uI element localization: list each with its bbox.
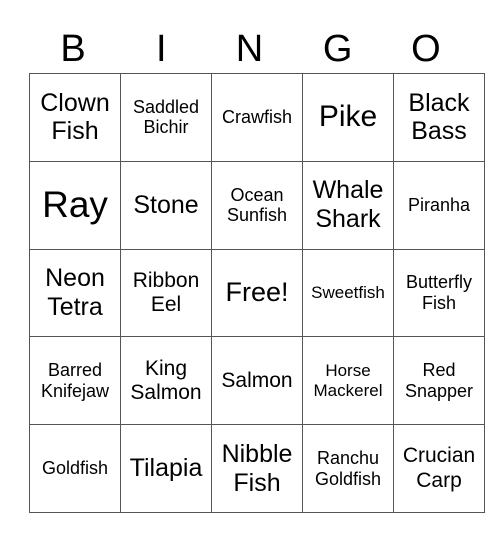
header-letter-g: G bbox=[322, 28, 353, 70]
bingo-cell[interactable]: Red Snapper bbox=[393, 336, 485, 426]
bingo-cell[interactable]: Barred Knifejaw bbox=[29, 336, 121, 426]
bingo-row: Barred Knifejaw King Salmon Salmon Horse Ma… bbox=[29, 336, 485, 426]
header-letter-i: I bbox=[156, 28, 167, 70]
bingo-cell[interactable]: Tilapia bbox=[120, 424, 212, 513]
bingo-cell[interactable]: Pike bbox=[302, 73, 394, 162]
header-letter-n: N bbox=[235, 28, 264, 70]
bingo-cell[interactable]: Nibble Fish bbox=[211, 424, 303, 513]
bingo-cell[interactable]: Piranha bbox=[393, 160, 485, 250]
bingo-cell[interactable]: Crawfish bbox=[211, 73, 303, 162]
bingo-cell[interactable]: Butterfly Fish bbox=[393, 248, 485, 338]
bingo-grid: Clown Fish Saddled Bichir Crawfish Pike Blac… bbox=[29, 73, 485, 513]
bingo-cell[interactable]: Ray bbox=[29, 160, 121, 250]
bingo-cell[interactable]: Clown Fish bbox=[29, 73, 121, 162]
bingo-cell[interactable]: Crucian Carp bbox=[393, 424, 485, 513]
bingo-cell[interactable]: Sweetfish bbox=[302, 248, 394, 338]
bingo-cell[interactable]: Ocean Sunfish bbox=[211, 160, 303, 250]
bingo-row: Ray Stone Ocean Sunfish Whale Shark Piranha bbox=[29, 160, 485, 250]
bingo-cell[interactable]: Salmon bbox=[211, 336, 303, 426]
bingo-cell[interactable]: Whale Shark bbox=[302, 160, 394, 250]
bingo-cell[interactable]: Horse Mackerel bbox=[302, 336, 394, 426]
bingo-row: Goldfish Tilapia Nibble Fish Ranchu Goldfis… bbox=[29, 424, 485, 513]
bingo-cell[interactable]: Black Bass bbox=[393, 73, 485, 162]
bingo-row: Clown Fish Saddled Bichir Crawfish Pike Blac… bbox=[29, 73, 485, 162]
bingo-row: Neon Tetra Ribbon Eel Free! Sweetfish Butter… bbox=[29, 248, 485, 338]
bingo-cell[interactable]: Ranchu Goldfish bbox=[302, 424, 394, 513]
bingo-header: B I N G O bbox=[29, 26, 470, 72]
bingo-cell[interactable]: Saddled Bichir bbox=[120, 73, 212, 162]
bingo-cell[interactable]: Neon Tetra bbox=[29, 248, 121, 338]
header-letter-o: O bbox=[411, 28, 441, 70]
bingo-cell[interactable]: Ribbon Eel bbox=[120, 248, 212, 338]
header-letter-b: B bbox=[60, 28, 86, 70]
bingo-cell[interactable]: Stone bbox=[120, 160, 212, 250]
bingo-cell[interactable]: King Salmon bbox=[120, 336, 212, 426]
bingo-cell[interactable]: Goldfish bbox=[29, 424, 121, 513]
free-space-cell[interactable]: Free! bbox=[211, 248, 303, 338]
